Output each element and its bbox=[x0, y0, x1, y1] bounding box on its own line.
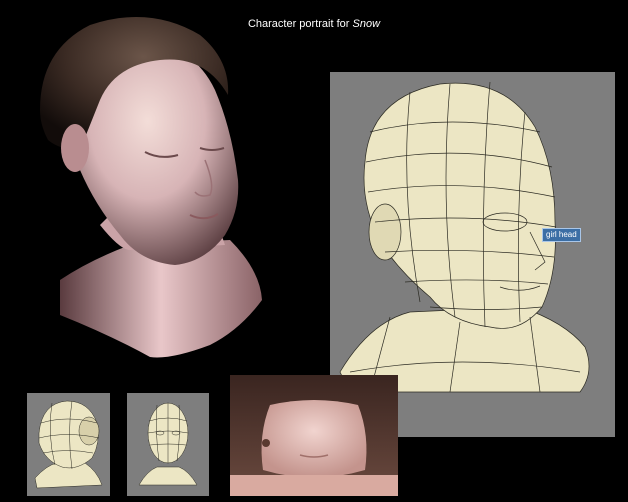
title-subject: Snow bbox=[352, 18, 381, 30]
thumb-side-panel bbox=[27, 393, 110, 496]
thumb-front-panel bbox=[127, 393, 209, 496]
shaded-head-render bbox=[40, 17, 262, 358]
wireframe-head-side-thumb bbox=[34, 400, 103, 489]
wireframe-head-front-thumb bbox=[138, 402, 198, 486]
unwrapped-texture-thumb bbox=[230, 375, 398, 496]
object-name-tag: girl head bbox=[542, 228, 581, 242]
